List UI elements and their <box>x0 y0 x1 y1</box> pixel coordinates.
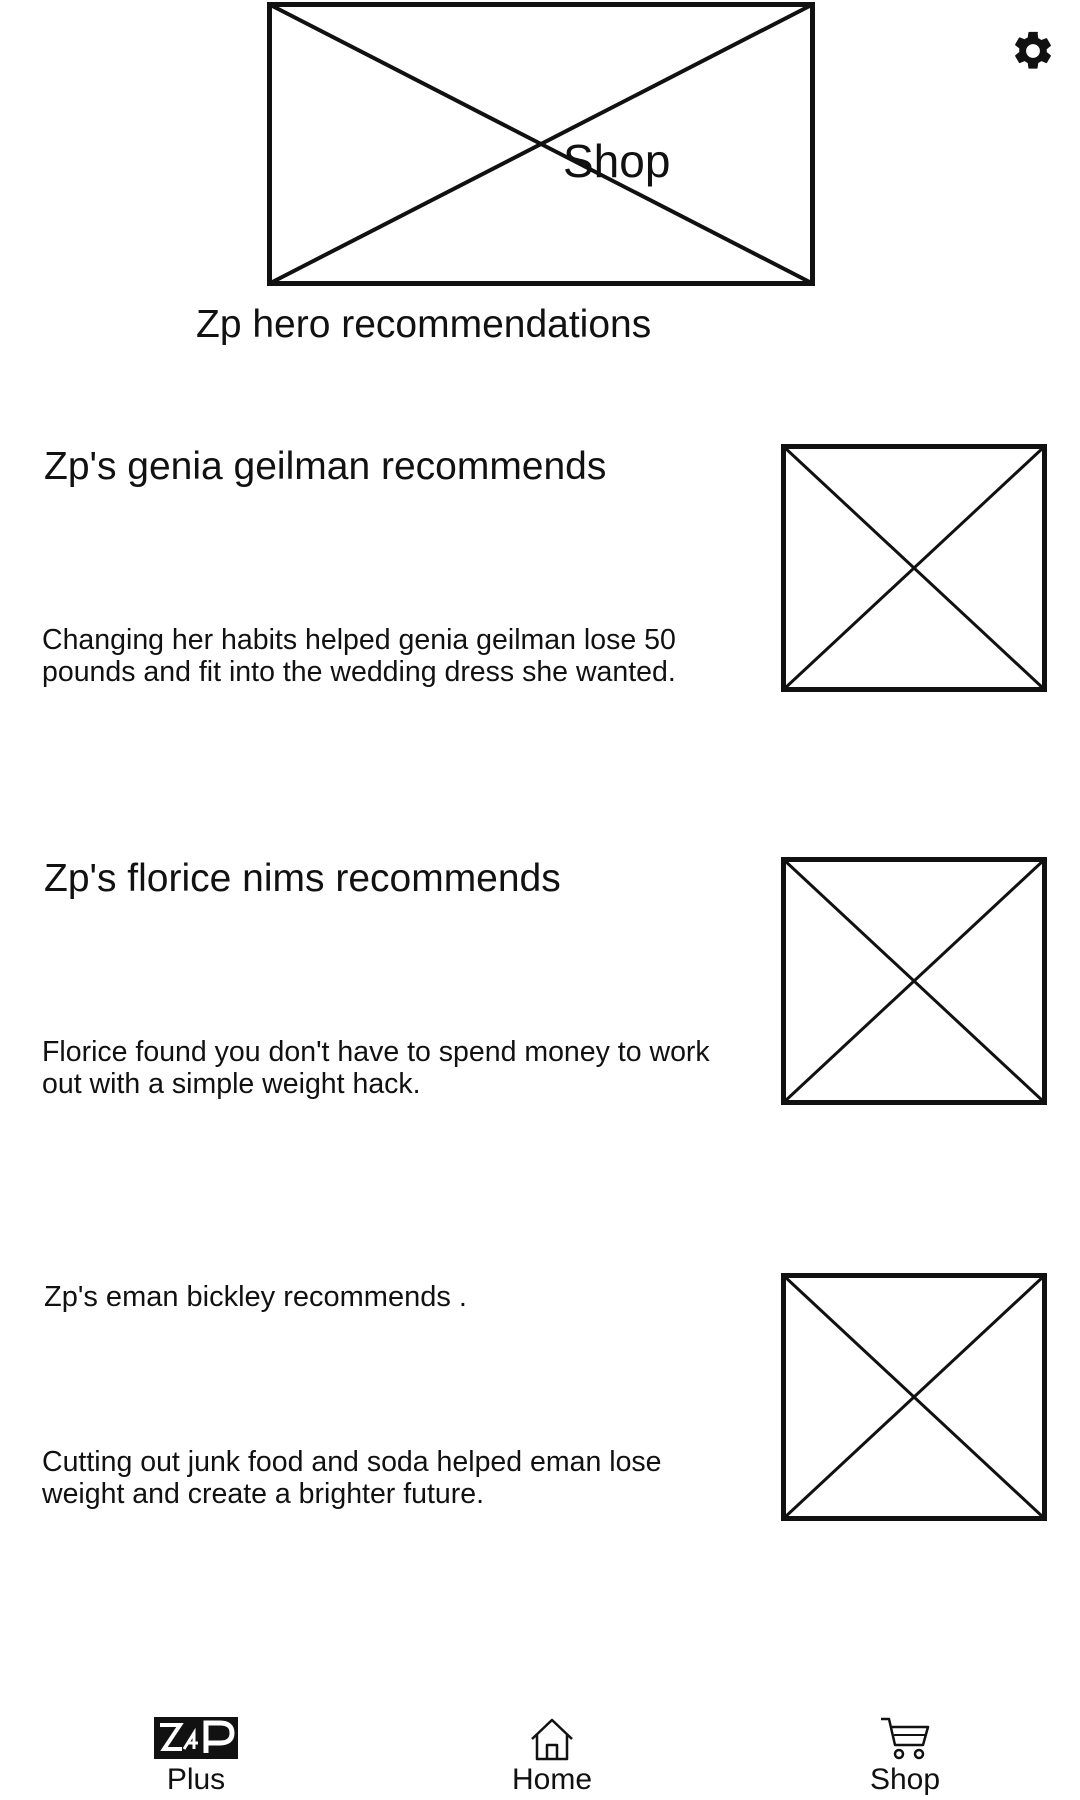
card-title[interactable]: Zp's eman bickley recommends . <box>44 1281 467 1314</box>
card-description: Cutting out junk food and soda helped em… <box>42 1446 662 1510</box>
card-image-placeholder[interactable] <box>781 857 1047 1105</box>
nav-item-plus[interactable]: Plus <box>138 1715 254 1800</box>
home-icon <box>529 1715 575 1761</box>
card-image-placeholder[interactable] <box>781 1273 1047 1521</box>
nav-label: Home <box>511 1763 593 1796</box>
card-title[interactable]: Zp's florice nims recommends <box>44 857 561 901</box>
hero-shop-label[interactable]: Shop <box>563 138 670 184</box>
hero-image-placeholder[interactable] <box>267 2 815 286</box>
zp-logo-icon <box>154 1715 238 1761</box>
nav-label: Shop <box>869 1763 941 1796</box>
card-description: Florice found you don't have to spend mo… <box>42 1036 710 1100</box>
section-title: Zp hero recommendations <box>196 303 652 346</box>
gear-icon[interactable] <box>1010 28 1056 74</box>
nav-item-shop[interactable]: Shop <box>850 1715 960 1800</box>
nav-label: Plus <box>166 1763 226 1796</box>
card-description: Changing her habits helped genia geilman… <box>42 624 676 688</box>
card-image-placeholder[interactable] <box>781 444 1047 692</box>
cart-icon <box>879 1715 931 1761</box>
nav-item-home[interactable]: Home <box>492 1715 612 1800</box>
card-title[interactable]: Zp's genia geilman recommends <box>44 445 606 489</box>
